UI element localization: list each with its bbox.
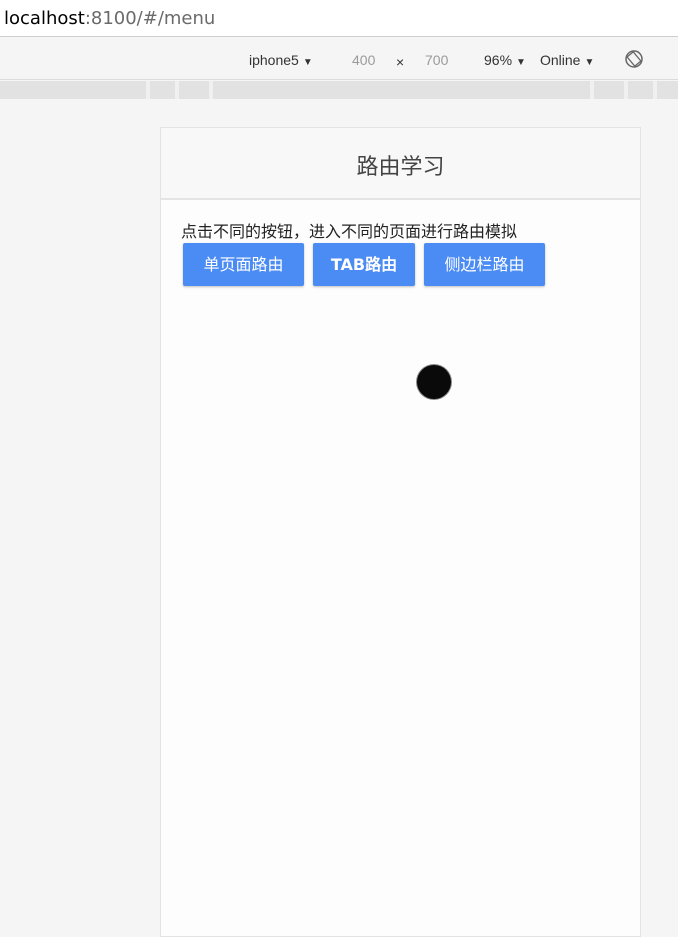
ruler-segment[interactable]: [594, 81, 624, 99]
phone-viewport: 路由学习 点击不同的按钮，进入不同的页面进行路由模拟 单页面路由 TAB路由 侧…: [160, 127, 641, 937]
ruler-segment[interactable]: [628, 81, 653, 99]
zoom-label: 96%: [484, 52, 513, 68]
url-host: localhost: [4, 8, 85, 29]
single-page-route-button[interactable]: 单页面路由: [183, 243, 304, 286]
ruler-segment[interactable]: [0, 81, 146, 99]
rotate-icon[interactable]: [624, 49, 644, 69]
ruler-segment[interactable]: [213, 81, 590, 99]
tab-route-button[interactable]: TAB路由: [313, 243, 415, 286]
height-input[interactable]: 700: [425, 52, 448, 68]
app-header: 路由学习: [161, 128, 640, 200]
touch-cursor-icon: [417, 365, 451, 399]
device-toolbar: iphone5 ▼ 400 × 700 96% ▼ Online ▼: [0, 38, 678, 80]
device-select[interactable]: iphone5 ▼: [249, 52, 313, 68]
chevron-down-icon: ▼: [516, 57, 526, 68]
page-title: 路由学习: [356, 155, 445, 180]
network-select[interactable]: Online ▼: [540, 52, 594, 68]
network-label: Online: [540, 52, 581, 68]
url-path: :8100/#/menu: [84, 8, 216, 29]
address-bar[interactable]: localhost:8100/#/menu: [0, 0, 678, 37]
description-text: 点击不同的按钮，进入不同的页面进行路由模拟: [181, 222, 518, 241]
url-text[interactable]: localhost:8100/#/menu: [4, 8, 215, 29]
device-label: iphone5: [249, 52, 299, 68]
ruler-segment[interactable]: [657, 81, 678, 99]
chevron-down-icon: ▼: [584, 57, 595, 68]
width-input[interactable]: 400: [352, 52, 375, 68]
dimension-separator: ×: [396, 54, 405, 70]
media-query-ruler: [0, 81, 678, 99]
ruler-segment[interactable]: [179, 81, 209, 99]
ruler-segment[interactable]: [150, 81, 175, 99]
sidemenu-route-button[interactable]: 侧边栏路由: [424, 243, 545, 286]
zoom-select[interactable]: 96% ▼: [484, 52, 526, 68]
chevron-down-icon: ▼: [302, 57, 313, 68]
